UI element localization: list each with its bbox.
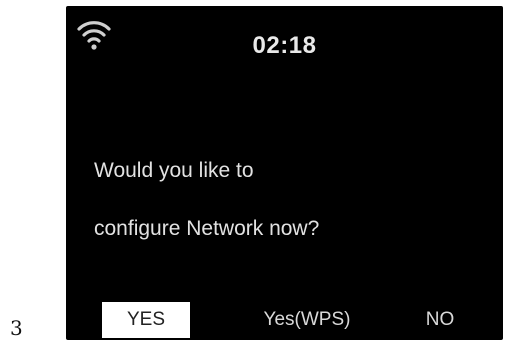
clock-time: 02:18 <box>252 32 317 59</box>
yes-wps-button[interactable]: Yes(WPS) <box>247 302 367 338</box>
figure-number: 3 <box>10 316 23 340</box>
prompt-line-1: Would you like to <box>94 159 254 182</box>
yes-button[interactable]: YES <box>102 302 190 338</box>
page: 3 02:18 Would you like to configure Netw… <box>0 0 514 345</box>
device-screen: 02:18 Would you like to configure Networ… <box>66 6 503 340</box>
network-prompt: Would you like to configure Network now? <box>94 142 484 258</box>
prompt-line-2: configure Network now? <box>94 217 320 240</box>
no-button[interactable]: NO <box>412 302 468 338</box>
